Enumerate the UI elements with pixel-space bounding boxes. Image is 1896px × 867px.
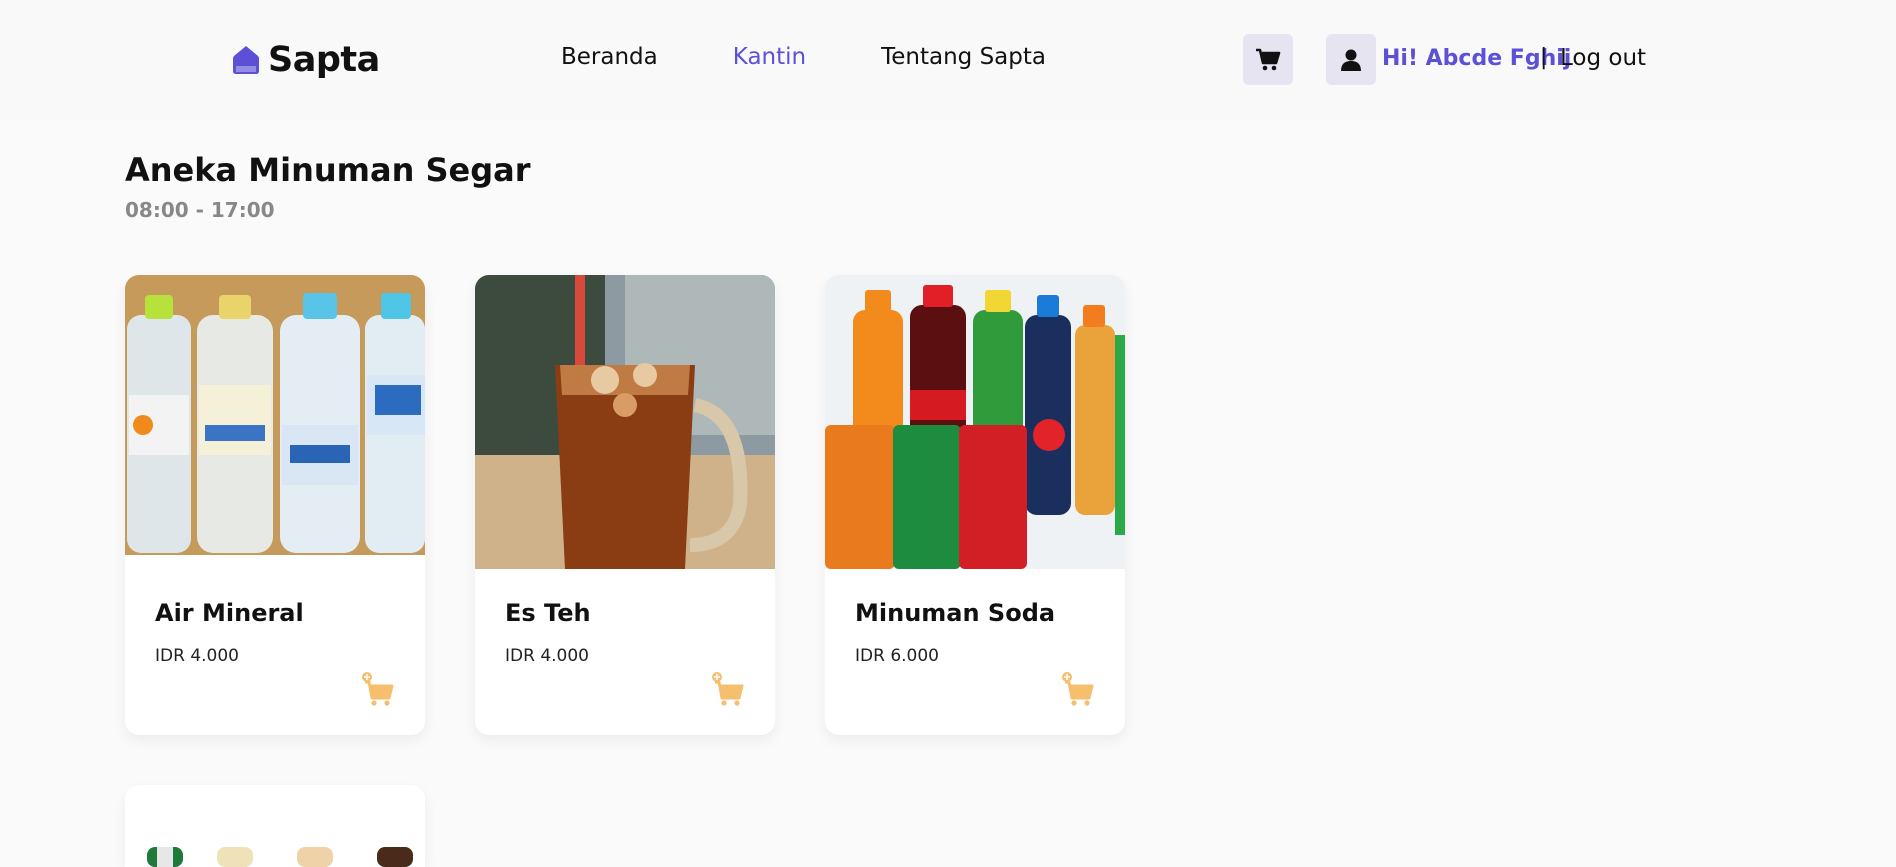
product-image-es-teh: [475, 275, 775, 569]
product-image-minuman-soda: [825, 275, 1125, 569]
product-image: [125, 785, 425, 867]
user-icon: [1341, 49, 1361, 71]
product-image-air-mineral: [125, 275, 425, 569]
product-name: Minuman Soda: [855, 599, 1056, 627]
logout-link[interactable]: Log out: [1560, 45, 1646, 71]
main-nav: Beranda Kantin Tentang Sapta: [561, 44, 1121, 70]
product-name: Es Teh: [505, 599, 591, 627]
header: Sapta Beranda Kantin Tentang Sapta Hi! A…: [0, 0, 1896, 120]
product-card[interactable]: Es Teh IDR 4.000: [475, 275, 775, 735]
store-hours: 08:00 - 17:00: [125, 198, 275, 222]
product-price: IDR 4.000: [155, 646, 239, 666]
product-price: IDR 4.000: [505, 646, 589, 666]
user-button[interactable]: [1326, 34, 1376, 85]
separator: |: [1540, 45, 1548, 70]
add-to-cart-icon[interactable]: [1059, 672, 1095, 708]
product-card[interactable]: [125, 785, 425, 867]
cart-button[interactable]: [1243, 34, 1293, 85]
add-to-cart-icon[interactable]: [709, 672, 745, 708]
nav-tentang-sapta[interactable]: Tentang Sapta: [881, 44, 1046, 70]
store-title: Aneka Minuman Segar: [125, 151, 531, 189]
cart-icon: [1256, 48, 1281, 70]
product-price: IDR 6.000: [855, 646, 939, 666]
add-to-cart-icon[interactable]: [359, 672, 395, 708]
nav-beranda[interactable]: Beranda: [561, 44, 658, 70]
product-card[interactable]: Minuman Soda IDR 6.000: [825, 275, 1125, 735]
product-card[interactable]: Air Mineral IDR 4.000: [125, 275, 425, 735]
product-name: Air Mineral: [155, 599, 304, 627]
brand-name: Sapta: [268, 40, 380, 80]
home-icon: [233, 46, 259, 74]
nav-kantin[interactable]: Kantin: [733, 44, 806, 70]
logo[interactable]: Sapta: [232, 40, 380, 80]
